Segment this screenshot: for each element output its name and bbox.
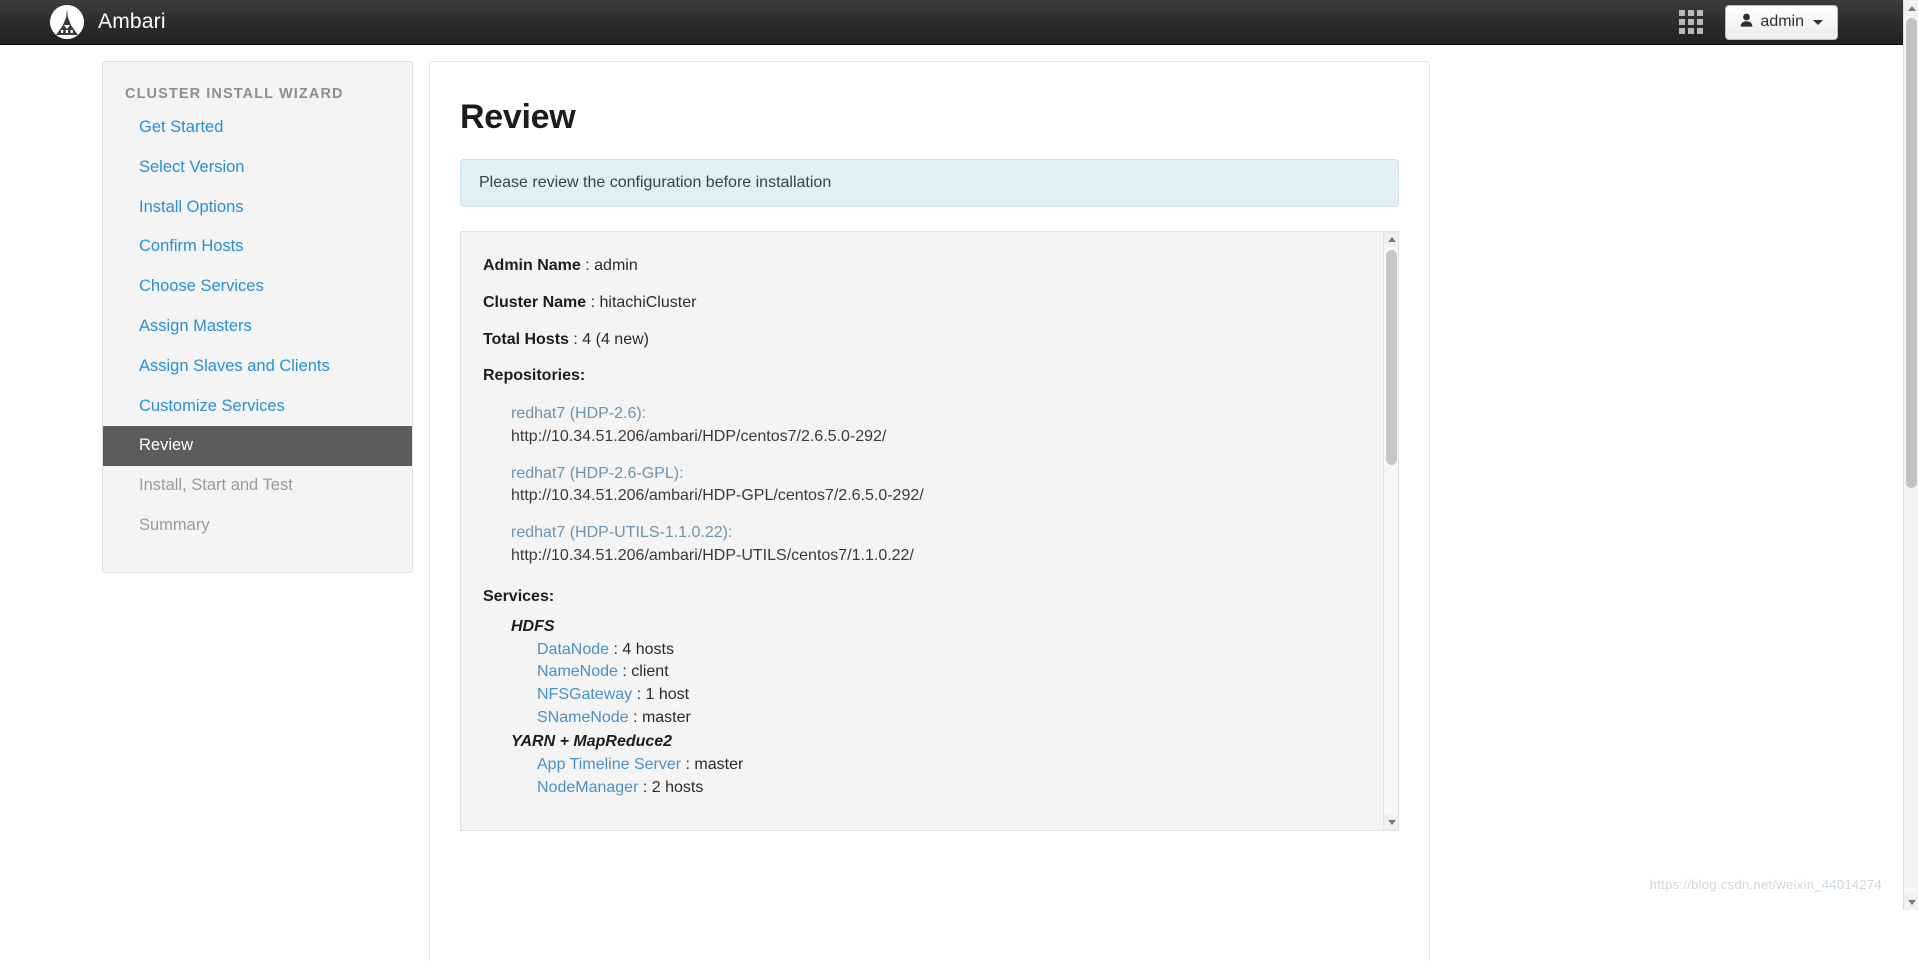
service-component-row: DataNode : 4 hosts xyxy=(537,639,1372,662)
service-component-row: App Timeline Server : master xyxy=(537,754,1372,777)
summary-label-admin-name: Admin Name xyxy=(483,257,581,274)
sidebar-title: CLUSTER INSTALL WIZARD xyxy=(103,86,412,108)
service-name: YARN + MapReduce2 xyxy=(511,733,1372,751)
brand-name: Ambari xyxy=(98,10,166,34)
brand[interactable]: Ambari xyxy=(50,5,166,39)
repository-name: redhat7 (HDP-UTILS-1.1.0.22): xyxy=(511,522,1372,545)
repository-item: redhat7 (HDP-UTILS-1.1.0.22): http://10.… xyxy=(511,522,1372,567)
sidebar-item-summary: Summary xyxy=(103,506,412,546)
page-scroll-up-arrow-icon[interactable] xyxy=(1904,0,1918,16)
summary-row-cluster-name: Cluster Name : hitachiCluster xyxy=(483,293,1372,314)
page-scrollbar-thumb[interactable] xyxy=(1906,18,1917,488)
service-component-name[interactable]: NodeManager xyxy=(537,779,638,796)
page-scrollbar[interactable] xyxy=(1903,0,1918,910)
review-content: Admin Name : admin Cluster Name : hitach… xyxy=(461,232,1398,820)
page-scroll-down-arrow-icon[interactable] xyxy=(1904,894,1918,910)
service-component-name[interactable]: App Timeline Server xyxy=(537,756,681,773)
service-component-row: NodeManager : 2 hosts xyxy=(537,777,1372,800)
ambari-mountain-logo-icon xyxy=(50,5,84,39)
sidebar-item-choose-services[interactable]: Choose Services xyxy=(103,267,412,307)
service-component-row: NameNode : client xyxy=(537,661,1372,684)
repository-url: http://10.34.51.206/ambari/HDP-UTILS/cen… xyxy=(511,545,1372,568)
summary-label-total-hosts: Total Hosts xyxy=(483,331,569,348)
service-component-row: SNameNode : master xyxy=(537,707,1372,730)
review-scrollbar-thumb[interactable] xyxy=(1386,250,1397,465)
apps-grid-icon[interactable] xyxy=(1679,10,1703,34)
caret-down-icon xyxy=(1813,20,1823,25)
summary-value-total-hosts: 4 (4 new) xyxy=(582,331,649,348)
sidebar-item-assign-masters[interactable]: Assign Masters xyxy=(103,307,412,347)
main-panel: Review Please review the configuration b… xyxy=(429,61,1430,961)
sidebar-item-review[interactable]: Review xyxy=(103,426,412,466)
review-alert: Please review the configuration before i… xyxy=(460,159,1399,207)
page-body: CLUSTER INSTALL WIZARD Get Started Selec… xyxy=(0,45,1903,910)
sidebar-item-install-options[interactable]: Install Options xyxy=(103,188,412,228)
service-component-value: : master xyxy=(633,709,691,726)
repository-name: redhat7 (HDP-2.6): xyxy=(511,403,1372,426)
service-component-value: : 2 hosts xyxy=(643,779,703,796)
sidebar-item-get-started[interactable]: Get Started xyxy=(103,108,412,148)
scroll-down-arrow-icon[interactable] xyxy=(1384,815,1399,830)
review-scroll-box: Admin Name : admin Cluster Name : hitach… xyxy=(460,231,1399,831)
service-component-value: : client xyxy=(622,663,668,680)
service-component-name[interactable]: DataNode xyxy=(537,641,609,658)
repositories-label: Repositories: xyxy=(483,366,1372,387)
service-component-name[interactable]: NameNode xyxy=(537,663,618,680)
service-component-row: NFSGateway : 1 host xyxy=(537,684,1372,707)
repository-item: redhat7 (HDP-2.6-GPL): http://10.34.51.2… xyxy=(511,463,1372,508)
sidebar-item-confirm-hosts[interactable]: Confirm Hosts xyxy=(103,227,412,267)
repository-item: redhat7 (HDP-2.6): http://10.34.51.206/a… xyxy=(511,403,1372,448)
service-component-name[interactable]: NFSGateway xyxy=(537,686,632,703)
top-navbar: Ambari admin xyxy=(0,0,1903,45)
sidebar-item-select-version[interactable]: Select Version xyxy=(103,148,412,188)
navbar-right: admin xyxy=(1679,5,1838,40)
review-scrollbar[interactable] xyxy=(1383,232,1398,830)
service-component-value: : 1 host xyxy=(637,686,689,703)
service-name: HDFS xyxy=(511,618,1372,636)
summary-row-total-hosts: Total Hosts : 4 (4 new) xyxy=(483,330,1372,351)
user-icon xyxy=(1740,13,1753,32)
service-component-name[interactable]: SNameNode xyxy=(537,709,629,726)
summary-label-cluster-name: Cluster Name xyxy=(483,294,586,311)
summary-row-admin-name: Admin Name : admin xyxy=(483,256,1372,277)
page-title: Review xyxy=(460,98,1399,137)
repository-name: redhat7 (HDP-2.6-GPL): xyxy=(511,463,1372,486)
scroll-up-arrow-icon[interactable] xyxy=(1384,232,1399,247)
service-component-value: : 4 hosts xyxy=(614,641,674,658)
sidebar-item-customize-services[interactable]: Customize Services xyxy=(103,387,412,427)
service-group-yarn-mapreduce2: YARN + MapReduce2 App Timeline Server : … xyxy=(511,733,1372,799)
repository-url: http://10.34.51.206/ambari/HDP/centos7/2… xyxy=(511,426,1372,449)
admin-label: admin xyxy=(1760,13,1804,31)
cluster-install-wizard-sidebar: CLUSTER INSTALL WIZARD Get Started Selec… xyxy=(102,61,413,573)
service-component-value: : master xyxy=(686,756,744,773)
summary-value-admin-name: admin xyxy=(594,257,638,274)
service-group-hdfs: HDFS DataNode : 4 hosts NameNode : clien… xyxy=(511,618,1372,730)
sidebar-item-install-start-and-test: Install, Start and Test xyxy=(103,466,412,506)
services-label: Services: xyxy=(483,588,1372,606)
repository-url: http://10.34.51.206/ambari/HDP-GPL/cento… xyxy=(511,485,1372,508)
sidebar-item-assign-slaves-and-clients[interactable]: Assign Slaves and Clients xyxy=(103,347,412,387)
admin-menu-button[interactable]: admin xyxy=(1725,5,1838,40)
summary-value-cluster-name: hitachiCluster xyxy=(600,294,697,311)
